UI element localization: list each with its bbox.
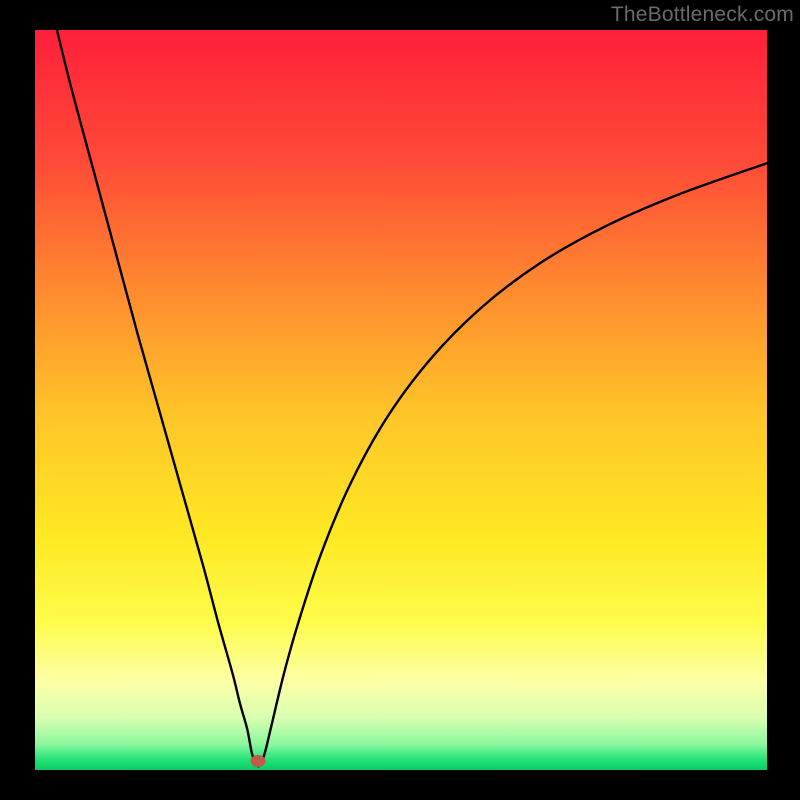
chart-frame: TheBottleneck.com bbox=[0, 0, 800, 800]
plot-area bbox=[35, 30, 767, 770]
minimum-marker bbox=[251, 755, 266, 767]
watermark-text: TheBottleneck.com bbox=[611, 3, 794, 27]
bottleneck-curve bbox=[35, 30, 767, 770]
